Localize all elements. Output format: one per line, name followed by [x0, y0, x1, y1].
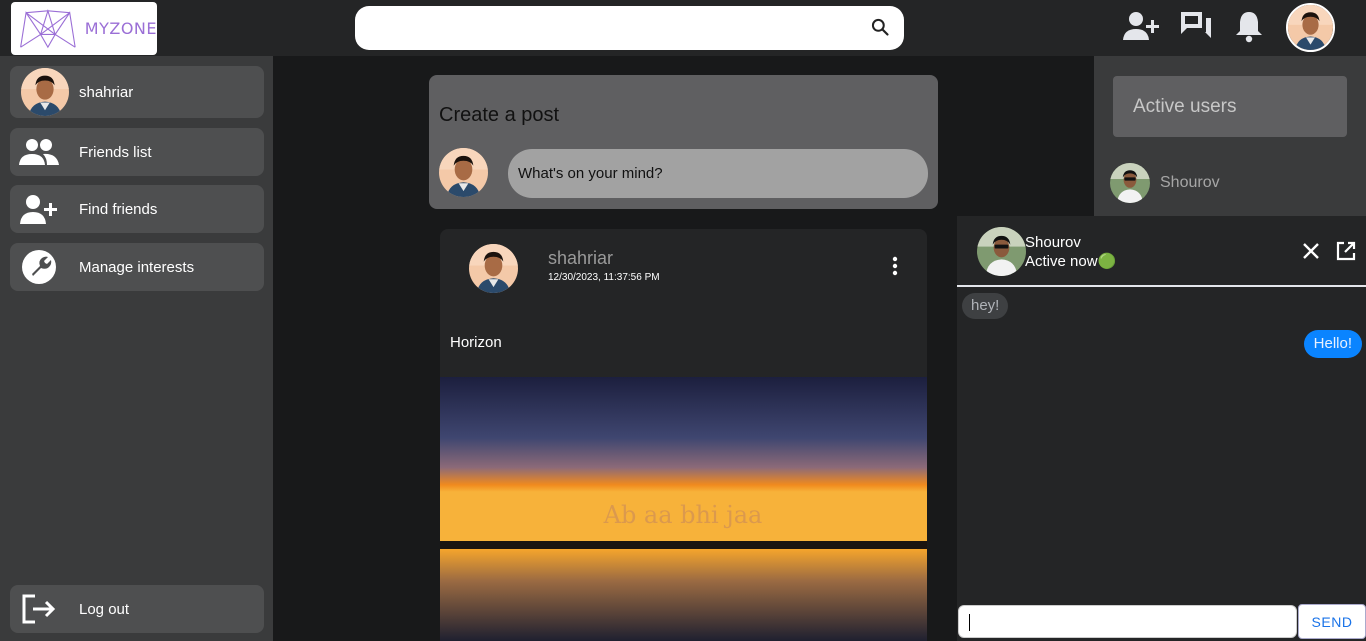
post-author-avatar[interactable]	[469, 244, 518, 293]
sidebar-item-find-friends[interactable]: Find friends	[10, 185, 264, 233]
active-user-name: Shourov	[1160, 174, 1220, 191]
logo-icon	[20, 8, 76, 48]
avatar	[1110, 163, 1150, 203]
open-in-new-icon[interactable]	[1335, 240, 1357, 267]
sidebar-item-label: Find friends	[79, 200, 158, 218]
person-add-icon	[10, 192, 68, 226]
post-composer-input[interactable]: What's on your mind?	[508, 149, 928, 198]
forum-icon[interactable]	[1178, 8, 1214, 49]
post-card: shahriar 12/30/2023, 11:37:56 PM Horizon…	[440, 229, 927, 641]
sidebar-item-label: Manage interests	[79, 258, 195, 276]
app-logo[interactable]: MYZONE	[11, 2, 157, 55]
search-input[interactable]	[355, 6, 904, 50]
active-users-title: Active users	[1133, 96, 1237, 117]
search-icon[interactable]	[870, 17, 890, 42]
sidebar-item-label: shahriar	[79, 83, 134, 101]
chat-message-input[interactable]	[958, 605, 1297, 638]
text-caret	[969, 614, 970, 631]
active-user-item[interactable]: Shourov	[1110, 163, 1220, 203]
wrench-icon	[10, 250, 68, 284]
create-post-card: Create a post What's on your mind?	[429, 75, 938, 209]
more-vert-icon[interactable]	[892, 256, 898, 281]
top-navbar: MYZONE	[0, 0, 1366, 56]
profile-avatar[interactable]	[1286, 3, 1335, 52]
active-users-panel: Active users Shourov	[1094, 56, 1366, 216]
chat-contact-name: Shourov	[1025, 234, 1081, 251]
post-text: Horizon	[450, 334, 502, 351]
post-timestamp: 12/30/2023, 11:37:56 PM	[548, 272, 660, 283]
logout-icon	[10, 593, 68, 625]
post-image-caption: Ab aa bhi jaa	[603, 501, 763, 529]
chat-header: Shourov Active now🟢	[957, 216, 1366, 287]
post-image[interactable]: Ab aa bhi jaa	[440, 377, 927, 641]
logout-button[interactable]: Log out	[10, 585, 264, 633]
chat-window: Shourov Active now🟢 hey! Hello! SEND	[957, 216, 1366, 641]
bell-icon[interactable]	[1235, 8, 1263, 49]
group-icon	[10, 137, 68, 167]
avatar	[439, 148, 488, 197]
logout-label: Log out	[79, 600, 130, 618]
avatar	[21, 68, 69, 116]
sidebar-item-manage-interests[interactable]: Manage interests	[10, 243, 264, 291]
close-icon[interactable]	[1301, 241, 1321, 266]
logo-text: MYZONE	[84, 19, 157, 38]
sidebar-item-profile[interactable]: shahriar	[10, 66, 264, 118]
post-author-name[interactable]: shahriar	[548, 248, 613, 269]
person-add-icon[interactable]	[1121, 8, 1161, 49]
chat-contact-status: Active now🟢	[1025, 253, 1117, 270]
chat-contact-avatar	[977, 227, 1026, 276]
create-post-title: Create a post	[439, 104, 560, 126]
sidebar-item-friends-list[interactable]: Friends list	[10, 128, 264, 176]
message-outgoing: Hello!	[1303, 330, 1362, 358]
active-users-header: Active users	[1113, 76, 1347, 137]
send-button[interactable]: SEND	[1298, 604, 1366, 639]
sidebar-item-label: Friends list	[79, 143, 152, 161]
message-incoming: hey!	[962, 293, 1009, 319]
